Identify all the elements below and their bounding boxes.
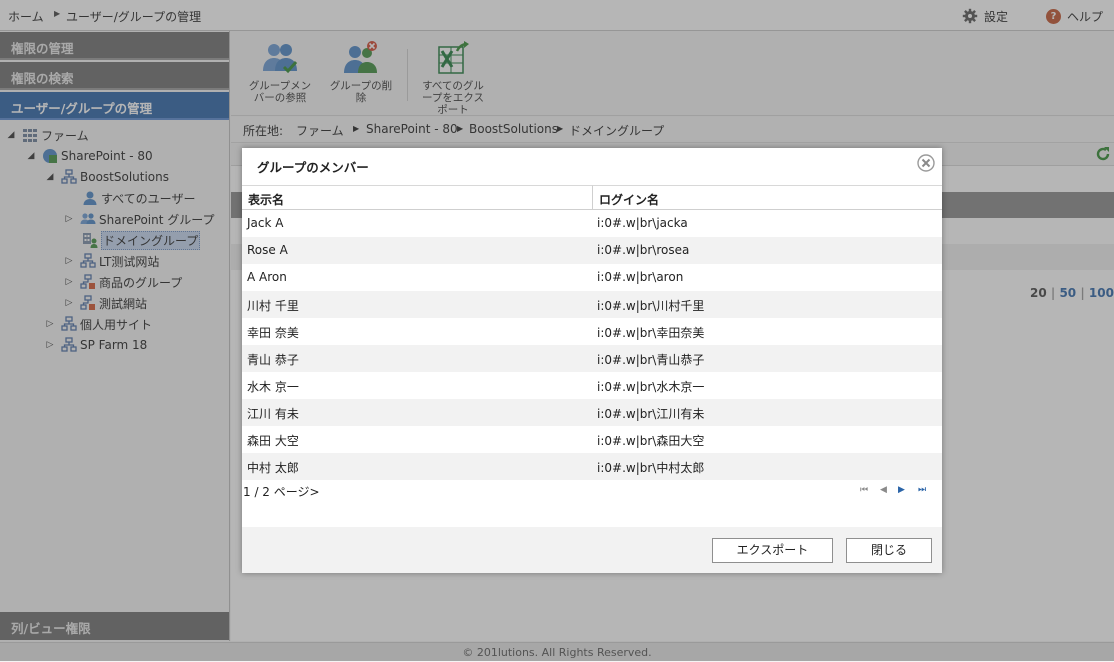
cell-display-name: A Aron xyxy=(247,270,287,284)
table-row[interactable]: 川村 千里 i:0#.w|br\川村千里 xyxy=(242,291,942,318)
cell-display-name: Jack A xyxy=(247,216,284,230)
cell-login-name: i:0#.w|br\aron xyxy=(597,270,684,284)
cell-login-name: i:0#.w|br\rosea xyxy=(597,243,690,257)
cell-login-name: i:0#.w|br\森田大空 xyxy=(597,434,705,448)
export-button[interactable]: エクスポート xyxy=(712,538,833,563)
table-row[interactable]: Jack A i:0#.w|br\jacka xyxy=(242,210,942,237)
cell-login-name: i:0#.w|br\jacka xyxy=(597,216,688,230)
column-header-login-name[interactable]: ログイン名 xyxy=(593,185,942,210)
table-row[interactable]: 中村 太郎 i:0#.w|br\中村太郎 xyxy=(242,453,942,480)
cell-display-name: 青山 恭子 xyxy=(247,353,299,367)
cell-display-name: 川村 千里 xyxy=(247,299,299,313)
cell-login-name: i:0#.w|br\中村太郎 xyxy=(597,461,705,475)
table-row[interactable]: 江川 有未 i:0#.w|br\江川有未 xyxy=(242,399,942,426)
cell-display-name: 中村 太郎 xyxy=(247,461,299,475)
page-info: 1 / 2 ページ> xyxy=(243,485,320,499)
previous-page-icon[interactable]: ◀ xyxy=(880,485,887,495)
dialog-title: グループのメンバー xyxy=(257,160,369,175)
cell-display-name: Rose A xyxy=(247,243,288,257)
cell-display-name: 幸田 奈美 xyxy=(247,326,299,340)
last-page-icon[interactable]: ⏭ xyxy=(918,485,926,495)
first-page-icon[interactable]: ⏮ xyxy=(860,485,868,495)
cell-login-name: i:0#.w|br\江川有未 xyxy=(597,407,705,421)
close-button[interactable]: 閉じる xyxy=(846,538,932,563)
cell-login-name: i:0#.w|br\川村千里 xyxy=(597,299,705,313)
dialog-footer: エクスポート 閉じる xyxy=(242,527,942,573)
cell-display-name: 江川 有未 xyxy=(247,407,299,421)
cell-display-name: 水木 京一 xyxy=(247,380,299,394)
next-page-icon[interactable]: ▶ xyxy=(898,485,905,495)
cell-login-name: i:0#.w|br\水木京一 xyxy=(597,380,705,394)
table-row[interactable]: 水木 京一 i:0#.w|br\水木京一 xyxy=(242,372,942,399)
column-header-display-name[interactable]: 表示名 xyxy=(242,185,593,210)
table-row[interactable]: 幸田 奈美 i:0#.w|br\幸田奈美 xyxy=(242,318,942,345)
table-row[interactable]: A Aron i:0#.w|br\aron xyxy=(242,264,942,291)
table-row[interactable]: 森田 大空 i:0#.w|br\森田大空 xyxy=(242,426,942,453)
table-row[interactable]: Rose A i:0#.w|br\rosea xyxy=(242,237,942,264)
table-row[interactable]: 青山 恭子 i:0#.w|br\青山恭子 xyxy=(242,345,942,372)
group-members-dialog: グループのメンバー 表示名 ログイン名 Jack A i:0#.w|br\jac… xyxy=(242,148,942,573)
close-icon[interactable] xyxy=(917,154,935,172)
cell-login-name: i:0#.w|br\幸田奈美 xyxy=(597,326,705,340)
cell-login-name: i:0#.w|br\青山恭子 xyxy=(597,353,705,367)
cell-display-name: 森田 大空 xyxy=(247,434,299,448)
